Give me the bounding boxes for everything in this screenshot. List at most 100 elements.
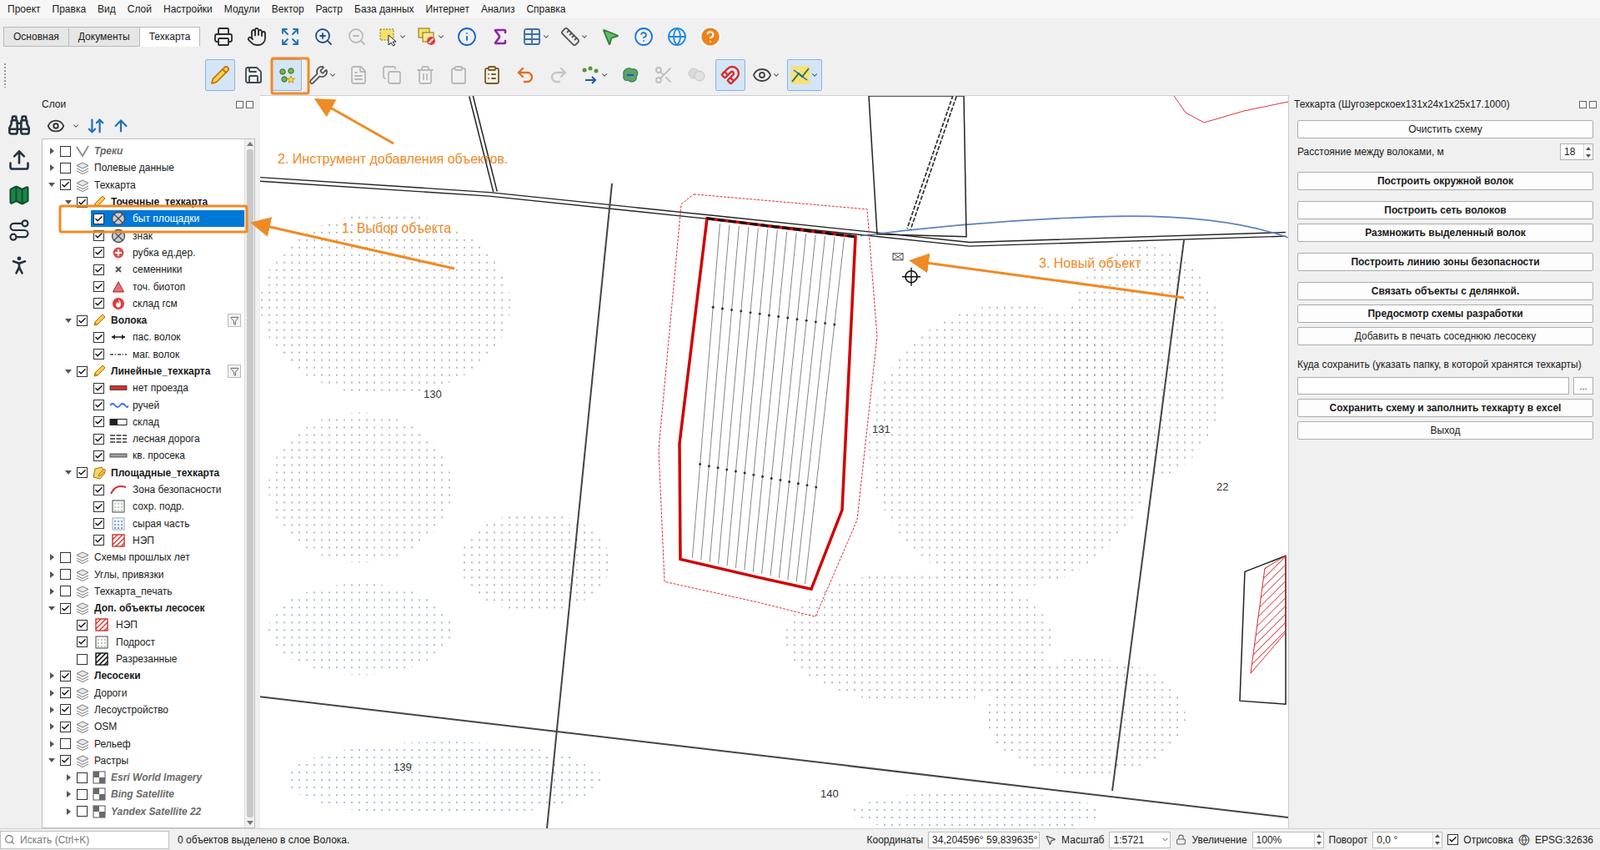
layer-checkbox[interactable] xyxy=(93,297,105,309)
layer-checkbox[interactable] xyxy=(76,805,88,817)
expand-toggle[interactable] xyxy=(62,466,75,479)
menu-item[interactable]: База данных xyxy=(348,1,420,17)
layer-checkbox[interactable] xyxy=(60,703,71,715)
layer-row[interactable]: НЭП xyxy=(42,616,245,633)
toolbar-button[interactable] xyxy=(715,59,746,91)
layer-checkbox[interactable] xyxy=(60,179,71,191)
layer-checkbox[interactable] xyxy=(93,416,105,427)
expand-toggle[interactable] xyxy=(62,314,75,327)
layer-checkbox[interactable] xyxy=(60,602,71,614)
layer-item[interactable]: Esri World Imagery xyxy=(74,768,245,786)
toolbar-button[interactable] xyxy=(205,59,236,91)
layer-checkbox[interactable] xyxy=(76,619,88,631)
toolbar-button[interactable] xyxy=(615,59,646,91)
map-canvas[interactable]: 13013122139140 xyxy=(260,95,1289,828)
layer-checkbox[interactable] xyxy=(93,484,105,496)
expand-toggle[interactable] xyxy=(45,720,58,733)
layer-row[interactable]: рубка ед.дер. xyxy=(42,244,245,261)
layer-row[interactable]: Yandex Satellite 22 xyxy=(42,802,245,820)
dropdown-icon[interactable] xyxy=(436,32,446,41)
layer-checkbox[interactable] xyxy=(93,399,105,411)
layer-checkbox[interactable] xyxy=(76,466,88,478)
layer-item[interactable]: пас. волок xyxy=(90,328,245,346)
layer-item[interactable]: Зона безопасности xyxy=(90,481,245,498)
layer-row[interactable]: Полевые данные xyxy=(42,159,245,176)
expand-toggle[interactable] xyxy=(45,754,58,767)
layer-item[interactable]: склад xyxy=(90,413,245,431)
layer-item[interactable]: Yandex Satellite 22 xyxy=(74,802,245,820)
layer-row[interactable]: OSM xyxy=(42,717,245,735)
layer-item[interactable]: быт площадки xyxy=(90,210,245,227)
layer-checkbox[interactable] xyxy=(93,280,105,292)
path-input[interactable] xyxy=(1297,376,1570,395)
layer-item[interactable]: нет проезда xyxy=(90,379,245,397)
expand-toggle[interactable] xyxy=(62,365,75,377)
layer-item[interactable]: Техкарта_печать xyxy=(57,582,245,600)
layer-item[interactable]: кв. просека xyxy=(90,446,245,464)
layer-row[interactable]: Рельеф xyxy=(42,734,245,752)
layer-checkbox[interactable] xyxy=(76,315,88,327)
browse-button[interactable]: ... xyxy=(1573,376,1594,395)
layer-item[interactable]: сохр. подр. xyxy=(90,497,245,515)
layer-checkbox[interactable] xyxy=(60,162,71,174)
layer-item[interactable]: Дороги xyxy=(57,684,245,702)
toolbar-button[interactable] xyxy=(238,59,269,91)
side-tool-button[interactable] xyxy=(4,215,35,246)
layer-row[interactable]: Техкарта_печать xyxy=(42,582,245,600)
layer-item[interactable]: Точечные_техкарта xyxy=(74,193,245,211)
layer-item[interactable]: Волока xyxy=(74,311,245,329)
layer-item[interactable]: маг. волок xyxy=(90,346,245,363)
layer-row[interactable]: лесная дорога xyxy=(42,430,245,447)
layer-row[interactable]: быт площадки xyxy=(42,210,245,227)
toolbar-button[interactable] xyxy=(341,20,372,53)
layer-item[interactable]: Техкарта xyxy=(57,176,245,194)
layer-row[interactable]: маг. волок xyxy=(42,346,245,363)
expand-toggle[interactable] xyxy=(45,585,58,597)
toolbar-button[interactable] xyxy=(451,20,482,53)
layer-item[interactable]: Линейные_техкарта xyxy=(74,362,245,380)
expand-toggle[interactable] xyxy=(45,669,58,682)
toolbar-button[interactable] xyxy=(413,20,449,53)
toolbar-button[interactable] xyxy=(485,20,516,53)
search-input[interactable] xyxy=(18,832,166,847)
layer-row[interactable]: Esri World Imagery xyxy=(42,768,245,786)
panel-button[interactable]: Выход xyxy=(1297,421,1594,440)
dropdown-icon[interactable] xyxy=(398,32,407,41)
toolbar-button[interactable] xyxy=(476,59,507,91)
layer-checkbox[interactable] xyxy=(60,670,71,682)
layer-row[interactable]: Волока xyxy=(42,311,245,329)
layer-checkbox[interactable] xyxy=(93,517,105,529)
dropdown-icon[interactable] xyxy=(810,70,819,80)
layer-checkbox[interactable] xyxy=(60,687,71,698)
layer-checkbox[interactable] xyxy=(60,585,71,597)
toolbar-button[interactable] xyxy=(410,59,441,91)
expand-toggle[interactable] xyxy=(45,687,58,699)
rotation-field[interactable]: 0,0 ° xyxy=(1372,831,1443,848)
collapse-all-icon[interactable] xyxy=(111,116,131,136)
panel-button[interactable]: Построить сеть волоков xyxy=(1297,200,1594,220)
toolbar-button[interactable] xyxy=(343,59,374,91)
layer-checkbox[interactable] xyxy=(76,366,88,377)
layer-row[interactable]: Подрост xyxy=(42,633,245,651)
expand-all-icon[interactable] xyxy=(86,116,106,136)
layer-row[interactable]: точ. биотоп xyxy=(42,277,245,295)
layer-checkbox[interactable] xyxy=(93,534,105,546)
dropdown-icon[interactable] xyxy=(580,32,589,41)
toolbar-button[interactable] xyxy=(662,20,693,53)
toolbar-button[interactable] xyxy=(510,59,541,91)
layer-row[interactable]: нет проезда xyxy=(42,379,245,397)
menu-item[interactable]: Модули xyxy=(218,1,266,17)
layer-checkbox[interactable] xyxy=(76,788,88,800)
layer-row[interactable]: Зона безопасности xyxy=(42,481,245,498)
layer-row[interactable]: Треки xyxy=(42,142,245,160)
side-tool-button[interactable] xyxy=(4,145,35,176)
layer-row[interactable]: склад гсм xyxy=(42,295,245,312)
dropdown-icon[interactable] xyxy=(541,32,551,41)
toolbar-button[interactable] xyxy=(518,20,554,53)
layer-item[interactable]: рубка ед.дер. xyxy=(90,244,245,261)
expand-toggle[interactable] xyxy=(45,551,58,563)
layer-row[interactable]: Разрезанные xyxy=(42,650,245,668)
toolbar-button[interactable] xyxy=(628,20,659,53)
toolbar-button[interactable] xyxy=(376,59,407,91)
layer-item[interactable]: НЭП xyxy=(90,531,245,549)
